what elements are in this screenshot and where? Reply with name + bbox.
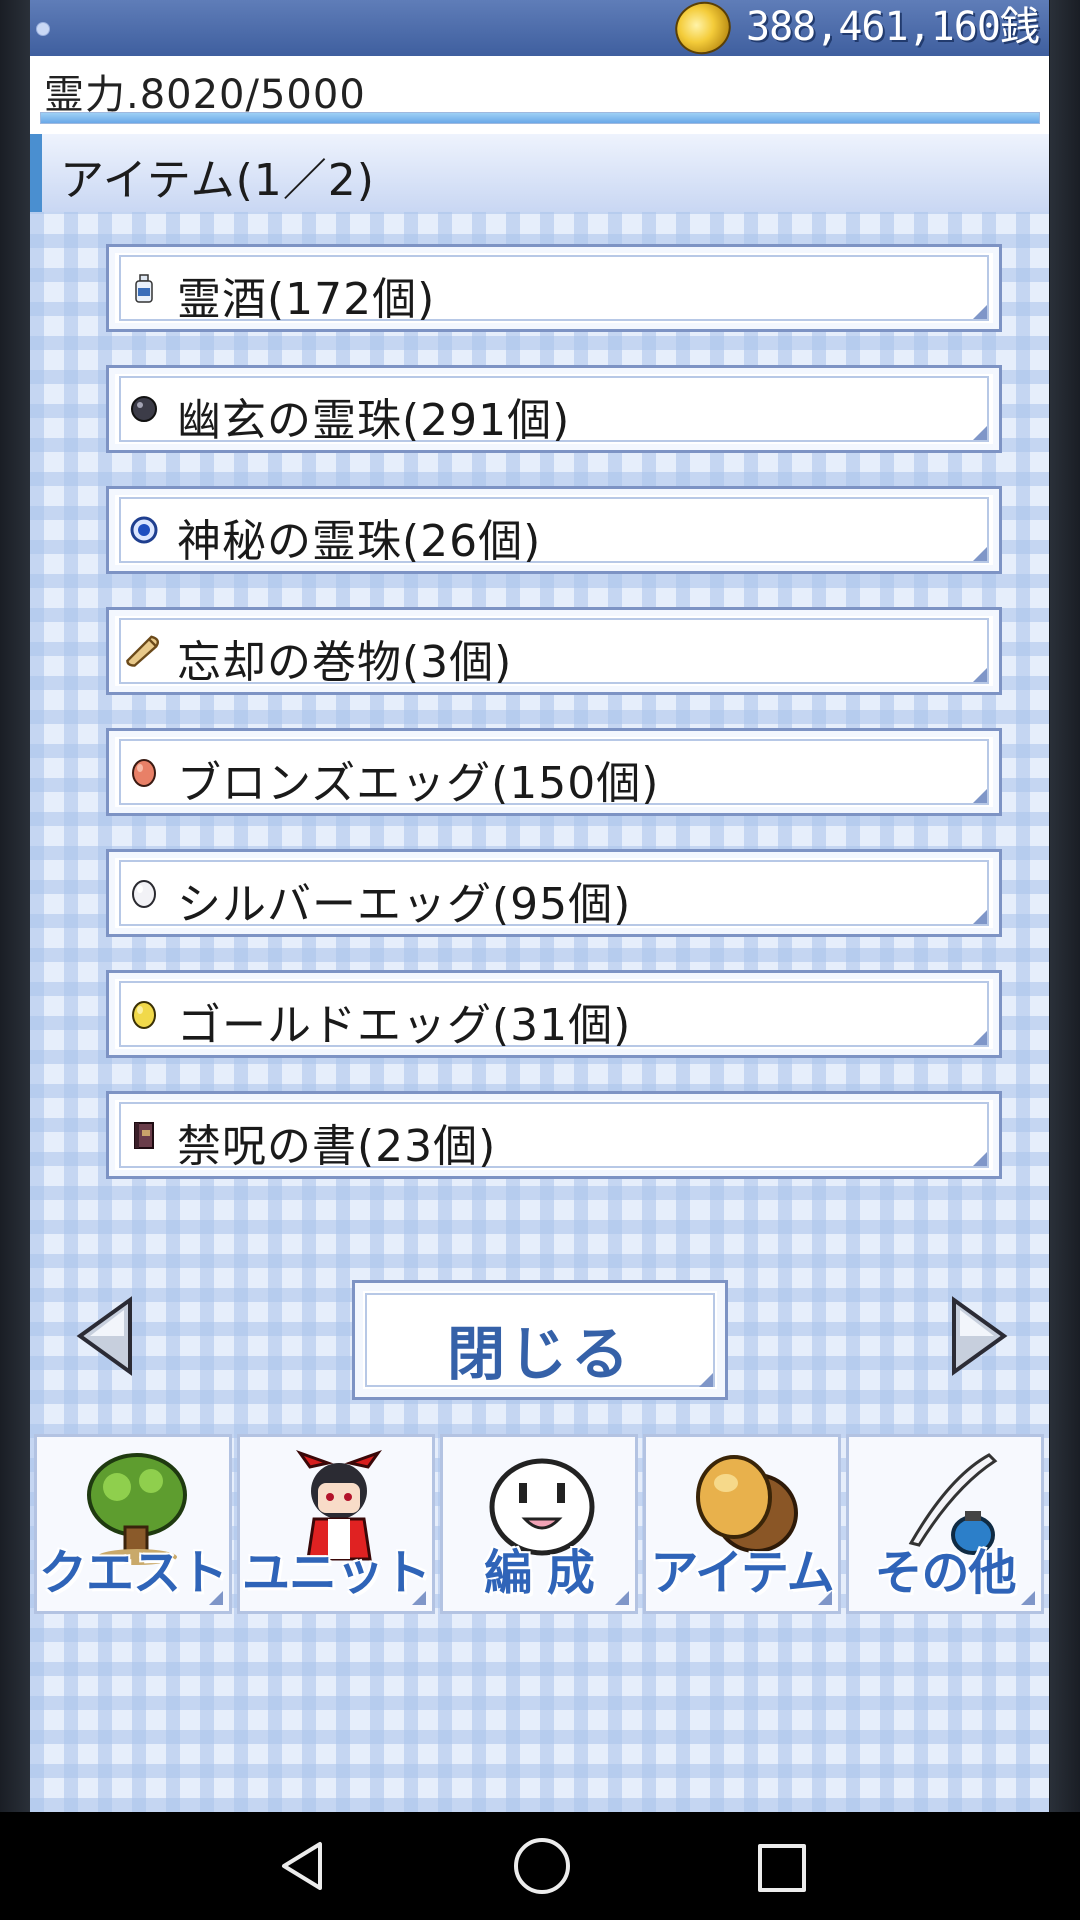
forbidden-book-icon bbox=[134, 1122, 154, 1149]
bronze-egg-icon bbox=[132, 759, 156, 787]
nav-other-button[interactable]: その他 bbox=[846, 1434, 1044, 1614]
item-label: 神秘の霊珠(26個) bbox=[177, 516, 542, 567]
nav-label: 編 成 bbox=[484, 1545, 595, 1601]
bottom-nav: クエスト ユニット 編 成 アイテム その他 bbox=[32, 1434, 1048, 1614]
game-screen: 388,461,160銭 霊力.8020/5000 アイテム(1／2) 霊酒(1… bbox=[30, 0, 1049, 1812]
spirit-power-gauge-fill bbox=[41, 113, 1039, 123]
dark-orb-icon bbox=[131, 396, 157, 422]
corner-marker-icon bbox=[973, 426, 987, 440]
corner-marker-icon bbox=[699, 1373, 713, 1387]
item-button-yugen-orb[interactable]: 幽玄の霊珠(291個) bbox=[106, 365, 1002, 453]
right-arrow-icon[interactable] bbox=[946, 1296, 1010, 1376]
nav-unit-button[interactable]: ユニット bbox=[237, 1434, 435, 1614]
section-title: アイテム(1／2) bbox=[60, 155, 375, 206]
item-label: 禁呪の書(23個) bbox=[177, 1121, 497, 1172]
spirit-power-gauge bbox=[40, 112, 1040, 124]
close-button[interactable]: 閉じる bbox=[352, 1280, 728, 1400]
recent-apps-icon[interactable] bbox=[758, 1844, 806, 1892]
coin-icon bbox=[667, 0, 739, 63]
back-icon[interactable] bbox=[278, 1840, 326, 1892]
item-label: ブロンズエッグ(150個) bbox=[177, 758, 660, 809]
corner-marker-icon bbox=[973, 1031, 987, 1045]
corner-marker-icon bbox=[973, 305, 987, 319]
item-label: 霊酒(172個) bbox=[177, 274, 436, 325]
item-button-silver-egg[interactable]: シルバーエッグ(95個) bbox=[106, 849, 1002, 937]
nav-formation-button[interactable]: 編 成 bbox=[440, 1434, 638, 1614]
currency-amount: 388,461,160銭 bbox=[746, 4, 1040, 50]
nav-label: ユニット bbox=[241, 1545, 431, 1601]
item-button-scroll[interactable]: 忘却の巻物(3個) bbox=[106, 607, 1002, 695]
sake-bottle-icon bbox=[135, 274, 153, 303]
section-header: アイテム(1／2) bbox=[30, 134, 1049, 212]
nav-quest-button[interactable]: クエスト bbox=[34, 1434, 232, 1614]
gold-egg-icon bbox=[132, 1001, 156, 1029]
close-button-label: 閉じる bbox=[446, 1320, 633, 1388]
corner-marker-icon bbox=[973, 668, 987, 682]
nav-label: クエスト bbox=[38, 1545, 228, 1601]
nav-label: アイテム bbox=[650, 1545, 834, 1601]
item-button-forbidden-book[interactable]: 禁呪の書(23個) bbox=[106, 1091, 1002, 1179]
item-button-bronze-egg[interactable]: ブロンズエッグ(150個) bbox=[106, 728, 1002, 816]
item-label: 幽玄の霊珠(291個) bbox=[177, 395, 571, 446]
item-label: 忘却の巻物(3個) bbox=[177, 637, 513, 688]
spirit-power-panel: 霊力.8020/5000 bbox=[30, 56, 1049, 134]
item-list: 霊酒(172個) 幽玄の霊珠(291個) 神秘の霊珠(26個) 忘却の巻物(3個… bbox=[106, 244, 1002, 1212]
item-label: シルバーエッグ(95個) bbox=[177, 879, 632, 930]
right-frame bbox=[1050, 0, 1080, 1812]
home-icon[interactable] bbox=[514, 1838, 570, 1894]
status-dot-icon bbox=[36, 22, 50, 36]
corner-marker-icon bbox=[973, 547, 987, 561]
silver-egg-icon bbox=[132, 880, 156, 908]
blue-orb-icon bbox=[130, 516, 158, 544]
scroll-icon bbox=[126, 635, 159, 667]
item-button-reishu[interactable]: 霊酒(172個) bbox=[106, 244, 1002, 332]
corner-marker-icon bbox=[973, 789, 987, 803]
item-button-shinpi-orb[interactable]: 神秘の霊珠(26個) bbox=[106, 486, 1002, 574]
item-label: ゴールドエッグ(31個) bbox=[177, 1000, 632, 1051]
nav-item-button[interactable]: アイテム bbox=[643, 1434, 841, 1614]
nav-label: その他 bbox=[874, 1545, 1016, 1601]
currency-bar: 388,461,160銭 bbox=[30, 0, 1049, 63]
left-frame bbox=[0, 0, 30, 1812]
corner-marker-icon bbox=[973, 910, 987, 924]
corner-marker-icon bbox=[973, 1152, 987, 1166]
item-button-gold-egg[interactable]: ゴールドエッグ(31個) bbox=[106, 970, 1002, 1058]
left-arrow-icon[interactable] bbox=[74, 1296, 138, 1376]
